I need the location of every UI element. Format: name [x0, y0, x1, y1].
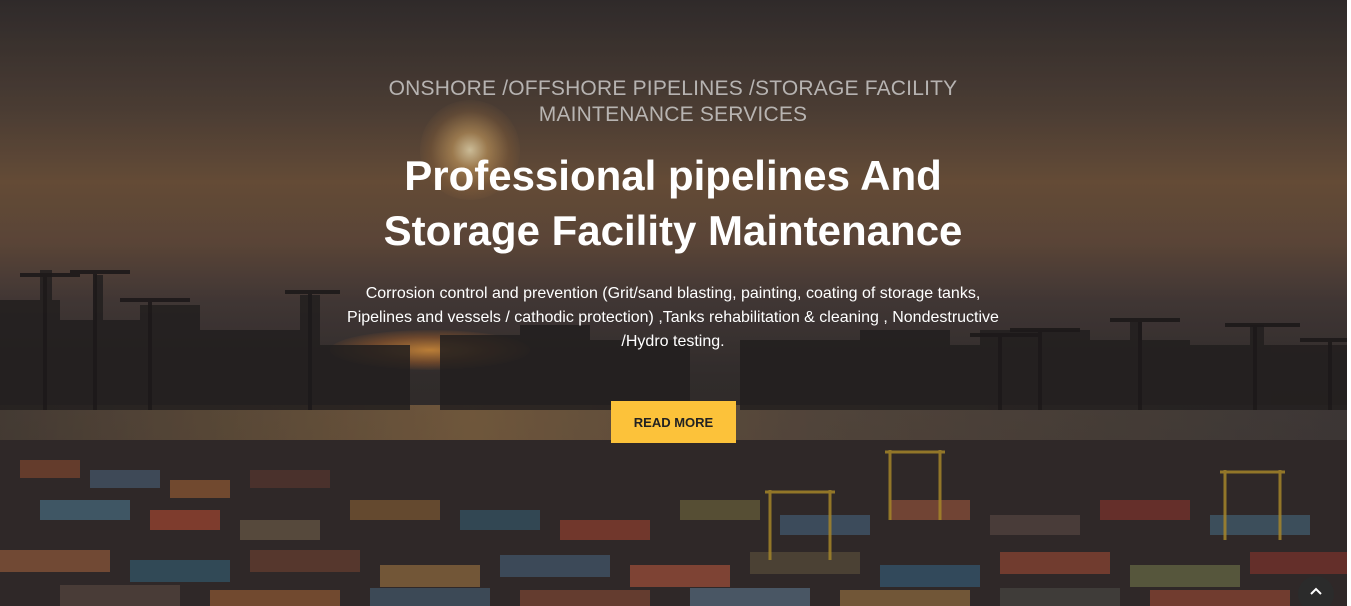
chevron-up-icon [1310, 587, 1322, 595]
hero-title-line2: Storage Facility Maintenance [383, 207, 963, 254]
hero-title-line1: Professional pipelines And [404, 152, 942, 199]
hero-title: Professional pipelines And Storage Facil… [323, 148, 1023, 258]
hero-subtitle-line1: ONSHORE /OFFSHORE PIPELINES /STORAGE FAC… [388, 77, 958, 100]
hero-subtitle-line2: MAINTENANCE SERVICES [538, 103, 808, 126]
read-more-button[interactable]: READ MORE [611, 401, 736, 443]
hero-section: ONSHORE /OFFSHORE PIPELINES /STORAGE FAC… [0, 0, 1351, 606]
hero-description: Corrosion control and prevention (Grit/s… [343, 282, 1003, 354]
page-edge [1347, 0, 1351, 606]
scroll-to-top-button[interactable] [1298, 576, 1334, 606]
hero-description-line2: Pipelines and vessels / cathodic protect… [347, 309, 999, 326]
hero-subtitle: ONSHORE /OFFSHORE PIPELINES /STORAGE FAC… [373, 76, 973, 128]
hero-description-line3: /Hydro testing. [621, 333, 725, 350]
hero-description-line1: Corrosion control and prevention (Grit/s… [365, 285, 981, 302]
